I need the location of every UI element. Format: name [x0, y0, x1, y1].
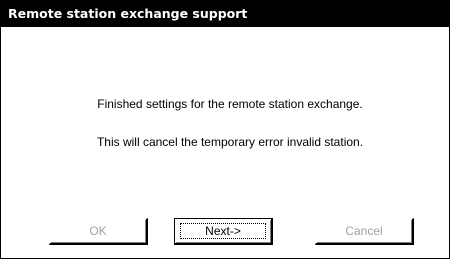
next-button[interactable]: Next->: [174, 218, 273, 245]
cancel-button[interactable]: Cancel: [315, 218, 414, 245]
message-line-2: This will cancel the temporary error inv…: [96, 135, 364, 149]
message-line-1: Finished settings for the remote station…: [97, 97, 363, 111]
ok-button[interactable]: OK: [49, 218, 148, 245]
remote-station-exchange-dialog: Remote station exchange support Finished…: [0, 0, 450, 259]
next-button-label: Next->: [180, 223, 266, 239]
dialog-title: Remote station exchange support: [1, 1, 449, 27]
